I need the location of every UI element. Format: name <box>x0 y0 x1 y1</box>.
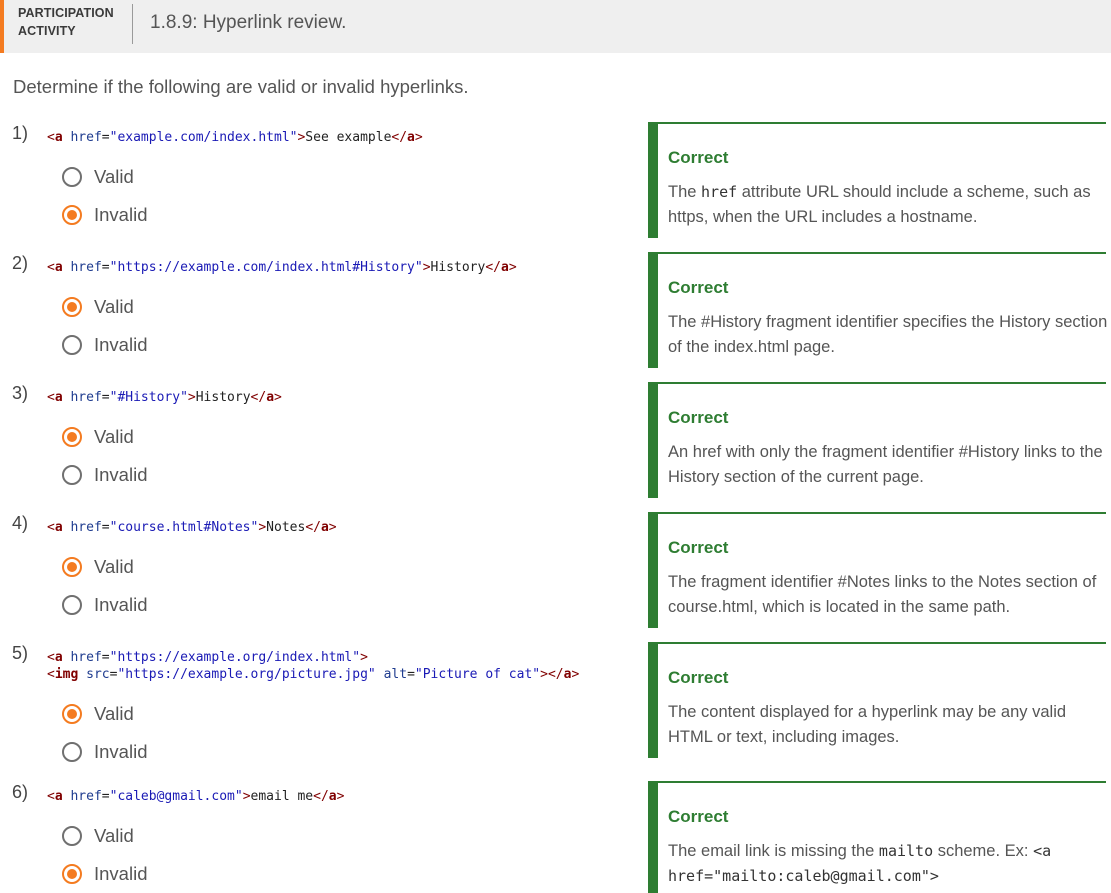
radio-button-selected[interactable] <box>62 205 82 225</box>
option-label: Valid <box>94 556 134 577</box>
option-invalid[interactable]: Invalid <box>62 593 147 617</box>
activity-header: PARTICIPATION ACTIVITY 1.8.9: Hyperlink … <box>0 0 1111 53</box>
radio-button[interactable] <box>62 167 82 187</box>
header-accent-bar <box>0 0 4 53</box>
question-3: 3) <a href="#History">History</a> Valid … <box>0 383 640 503</box>
option-label: Invalid <box>94 204 148 225</box>
feedback-status: Correct <box>668 278 729 297</box>
feedback-panel: Correct An href with only the fragment i… <box>648 382 1106 498</box>
feedback-text: The #History fragment identifier specifi… <box>668 313 1108 356</box>
question-2: 2) <a href="https://example.com/index.ht… <box>0 253 640 373</box>
option-label: Invalid <box>94 594 148 615</box>
question-code: <a href="example.com/index.html">See exa… <box>47 130 423 145</box>
option-label: Valid <box>94 166 134 187</box>
question-code: <a href="#History">History</a> <box>47 390 282 405</box>
activity-title: 1.8.9: Hyperlink review. <box>150 12 347 33</box>
question-number: 6) <box>12 782 29 802</box>
option-valid[interactable]: Valid <box>62 702 134 726</box>
feedback-text: The href attribute URL should include a … <box>668 183 1091 226</box>
feedback-text: The fragment identifier #Notes links to … <box>668 573 1097 616</box>
activity-type-line2: ACTIVITY <box>18 24 76 38</box>
feedback-panel: Correct The content displayed for a hype… <box>648 642 1106 758</box>
option-valid[interactable]: Valid <box>62 165 134 189</box>
option-valid[interactable]: Valid <box>62 824 134 848</box>
feedback-panel: Correct The fragment identifier #Notes l… <box>648 512 1106 628</box>
feedback-text: The email link is missing the mailto sch… <box>668 842 1052 885</box>
feedback-panel: Correct The #History fragment identifier… <box>648 252 1108 368</box>
question-code: <a href="course.html#Notes">Notes</a> <box>47 520 337 535</box>
question-number: 5) <box>12 643 29 663</box>
question-number: 3) <box>12 383 29 403</box>
question-code: <a href="https://example.org/index.html"… <box>47 650 580 682</box>
feedback-panel: Correct The email link is missing the ma… <box>648 781 1106 893</box>
question-code: <a href="caleb@gmail.com">email me</a> <box>47 789 345 804</box>
radio-button-selected[interactable] <box>62 704 82 724</box>
radio-button-selected[interactable] <box>62 557 82 577</box>
option-label: Invalid <box>94 464 148 485</box>
question-4: 4) <a href="course.html#Notes">Notes</a>… <box>0 513 640 633</box>
option-invalid[interactable]: Invalid <box>62 862 147 886</box>
radio-button-selected[interactable] <box>62 864 82 884</box>
question-number: 1) <box>12 123 29 143</box>
feedback-status: Correct <box>668 148 729 167</box>
question-6: 6) <a href="caleb@gmail.com">email me</a… <box>0 782 640 893</box>
radio-button-selected[interactable] <box>62 427 82 447</box>
option-label: Invalid <box>94 334 148 355</box>
header-divider <box>132 4 133 44</box>
option-valid[interactable]: Valid <box>62 555 134 579</box>
option-label: Valid <box>94 426 134 447</box>
option-valid[interactable]: Valid <box>62 295 134 319</box>
feedback-panel: Correct The href attribute URL should in… <box>648 122 1106 238</box>
feedback-status: Correct <box>668 668 729 687</box>
radio-button[interactable] <box>62 595 82 615</box>
question-1: 1) <a href="example.com/index.html">See … <box>0 123 640 243</box>
option-valid[interactable]: Valid <box>62 425 134 449</box>
activity-type-label: PARTICIPATION ACTIVITY <box>18 4 128 40</box>
option-label: Valid <box>94 825 134 846</box>
option-label: Valid <box>94 296 134 317</box>
radio-button[interactable] <box>62 335 82 355</box>
option-label: Invalid <box>94 741 148 762</box>
instructions: Determine if the following are valid or … <box>13 76 469 97</box>
option-invalid[interactable]: Invalid <box>62 333 147 357</box>
question-number: 4) <box>12 513 29 533</box>
question-5: 5) <a href="https://example.org/index.ht… <box>0 643 640 773</box>
activity-type-line1: PARTICIPATION <box>18 6 114 20</box>
radio-button-selected[interactable] <box>62 297 82 317</box>
option-invalid[interactable]: Invalid <box>62 203 147 227</box>
option-label: Invalid <box>94 863 148 884</box>
feedback-status: Correct <box>668 538 729 557</box>
feedback-status: Correct <box>668 807 729 826</box>
radio-button[interactable] <box>62 742 82 762</box>
option-invalid[interactable]: Invalid <box>62 463 147 487</box>
question-code: <a href="https://example.com/index.html#… <box>47 260 517 275</box>
radio-button[interactable] <box>62 465 82 485</box>
feedback-status: Correct <box>668 408 729 427</box>
option-label: Valid <box>94 703 134 724</box>
question-number: 2) <box>12 253 29 273</box>
radio-button[interactable] <box>62 826 82 846</box>
feedback-text: The content displayed for a hyperlink ma… <box>668 703 1067 746</box>
feedback-text: An href with only the fragment identifie… <box>668 443 1103 486</box>
option-invalid[interactable]: Invalid <box>62 740 147 764</box>
